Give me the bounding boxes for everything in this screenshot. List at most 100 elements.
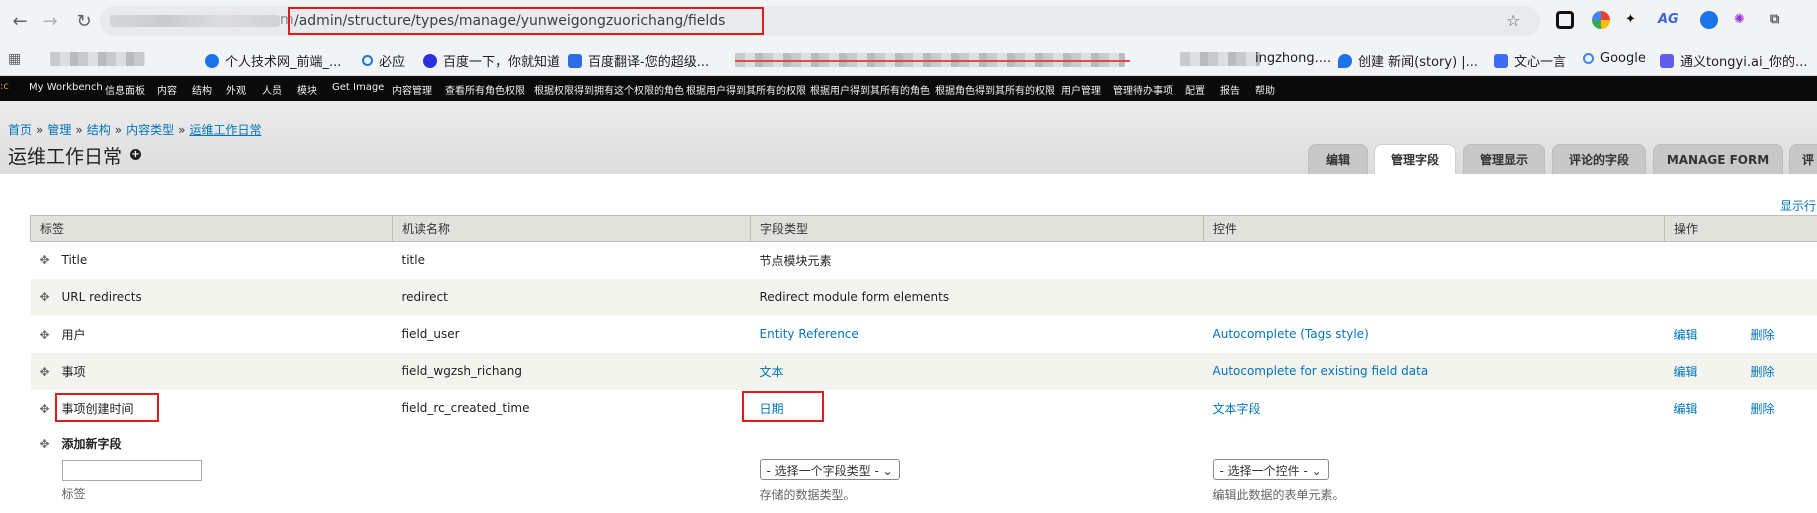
admin-menu-item[interactable]: 信息面板 (105, 82, 145, 97)
field-operations (1664, 241, 1817, 279)
drupal-logo-icon[interactable]: :c (0, 81, 9, 92)
delete-link[interactable]: 删除 (1751, 365, 1775, 379)
puzzle-icon[interactable]: ⧉ (1770, 12, 1779, 27)
admin-menu-bar: :c My Workbench 信息面板 内容 结构 外观 人员 模块 Get … (0, 76, 1817, 101)
admin-menu-item[interactable]: 结构 (192, 82, 212, 97)
bookmark-star-icon[interactable]: ☆ (1506, 11, 1520, 30)
blog-icon (205, 53, 219, 68)
admin-menu-item[interactable]: 管理待办事项 (1113, 82, 1173, 97)
field-widget-link[interactable]: Autocomplete for existing field data (1213, 364, 1429, 378)
add-shortcut-icon[interactable]: + (130, 149, 141, 160)
admin-menu-item[interactable]: 根据用户得到其所有的权限 (686, 82, 806, 97)
admin-menu-item[interactable]: 报告 (1220, 82, 1240, 97)
delete-link[interactable]: 删除 (1751, 402, 1775, 416)
breadcrumb: 首页» 管理» 结构» 内容类型» 运维工作日常 (8, 123, 262, 137)
bookmark-item[interactable]: 个人技术网_前端_... (205, 51, 341, 70)
admin-menu-item[interactable]: 根据权限得到拥有这个权限的角色 (534, 82, 684, 97)
breadcrumb-current[interactable]: 运维工作日常 (189, 123, 261, 137)
tab-edit[interactable]: 编辑 (1308, 144, 1368, 174)
field-type-link[interactable]: 文本 (760, 365, 784, 379)
browser-toolbar: ← → ↻ m /admin/structure/types/manage/yu… (0, 0, 1817, 42)
bookmark-item[interactable]: 通义tongyi.ai_你的... (1660, 51, 1807, 70)
drag-handle-icon[interactable]: ✥ (40, 253, 52, 267)
bookmark-item[interactable]: 必应 (362, 51, 405, 70)
qr-extension-icon[interactable] (1556, 11, 1574, 29)
drag-handle-icon[interactable]: ✥ (40, 365, 52, 379)
blurred-bookmark (50, 52, 145, 66)
bookmark-item[interactable]: 创建 新闻(story) |... (1338, 51, 1478, 70)
bookmark-item[interactable]: 百度翻译-您的超级... (568, 51, 709, 70)
admin-menu-item[interactable]: 查看所有角色权限 (445, 82, 525, 97)
admin-menu-item[interactable]: 模块 (297, 82, 317, 97)
blurred-host (110, 15, 280, 27)
bookmark-item[interactable]: 文心一言 (1494, 51, 1566, 70)
admin-menu-item[interactable]: My Workbench (29, 82, 103, 93)
admin-menu-item[interactable]: 根据角色得到其所有的权限 (935, 82, 1055, 97)
admin-menu-item[interactable]: 内容管理 (392, 82, 432, 97)
admin-menu-item[interactable]: 根据用户得到其所有的角色 (810, 82, 930, 97)
bookmark-item[interactable]: 百度一下，你就知道 (423, 51, 560, 70)
drag-handle-icon[interactable]: ✥ (40, 328, 52, 342)
tab-more[interactable]: 评 (1789, 144, 1817, 174)
field-operations (1664, 278, 1817, 316)
edit-link[interactable]: 编辑 (1674, 328, 1698, 342)
field-type-select-desc: 存储的数据类型。 (759, 487, 856, 502)
admin-menu-item[interactable]: 用户管理 (1061, 82, 1101, 97)
field-widget-link[interactable]: 文本字段 (1213, 402, 1261, 416)
col-header-machine-name: 机读名称 (392, 215, 751, 242)
field-machine-name: field_rc_created_time (392, 389, 751, 427)
forward-arrow-icon[interactable]: → (36, 7, 64, 35)
table-row: ✥ Title title 节点模块元素 (30, 241, 1817, 279)
add-new-field-title: 添加新字段 (61, 436, 122, 451)
add-new-field-row: ✥ 添加新字段 标签 - 选择一个字段类型 - ⌄ 存储的数据类型。 - 选择一个… (30, 426, 1817, 509)
tab-manage-form[interactable]: MANAGE FORM (1653, 144, 1783, 174)
show-row-weights-link[interactable]: 显示行 (1780, 197, 1816, 214)
profile-extension-icon[interactable] (1700, 11, 1718, 29)
field-label: 用户 (61, 327, 86, 342)
ag-extension-icon[interactable]: AG (1658, 12, 1679, 27)
url-highlight-box (288, 7, 764, 35)
admin-menu-item[interactable]: 帮助 (1255, 82, 1275, 97)
field-type-select[interactable]: - 选择一个字段类型 - ⌄ (759, 458, 900, 480)
field-widget-link[interactable]: Autocomplete (Tags style) (1213, 327, 1369, 341)
field-type-link[interactable]: Entity Reference (760, 327, 859, 341)
bookmark-item[interactable]: Google (1583, 51, 1646, 66)
widget-select[interactable]: - 选择一个控件 - ⌄ (1212, 458, 1329, 480)
drag-handle-icon[interactable]: ✥ (40, 437, 52, 451)
admin-menu-item[interactable]: 人员 (262, 82, 282, 97)
breadcrumb-content-types[interactable]: 内容类型 (126, 123, 174, 137)
tab-manage-display[interactable]: 管理显示 (1463, 144, 1545, 174)
table-row: ✥ 用户 field_user Entity Reference Autocomp… (30, 315, 1817, 353)
tab-comment-fields[interactable]: 评论的字段 (1552, 144, 1646, 174)
reload-icon[interactable]: ↻ (70, 7, 98, 35)
drag-handle-icon[interactable]: ✥ (40, 290, 52, 304)
field-machine-name: redirect (392, 278, 751, 316)
back-arrow-icon[interactable]: ← (6, 7, 34, 35)
apps-grid-icon[interactable]: ▦ (8, 51, 21, 67)
field-label: URL redirects (61, 290, 142, 304)
redaction-line (735, 60, 1130, 62)
field-label: Title (61, 253, 88, 268)
drag-handle-icon[interactable]: ✥ (40, 402, 52, 416)
new-field-label-input[interactable] (61, 459, 202, 481)
breadcrumb-structure[interactable]: 结构 (87, 123, 111, 137)
ernie-icon (1494, 53, 1508, 68)
blurred-bookmark (1180, 52, 1260, 66)
gear-extension-icon[interactable]: ✺ (1734, 12, 1745, 27)
chrome-icon[interactable] (1592, 11, 1610, 29)
table-header-row: 标签 机读名称 字段类型 控件 操作 (30, 215, 1817, 242)
admin-menu-item[interactable]: Get Image (332, 82, 384, 93)
type-highlight-box (742, 391, 824, 422)
sparkle-extension-icon[interactable]: ✦ (1625, 12, 1636, 27)
field-machine-name: field_wgzsh_richang (392, 352, 751, 390)
admin-menu-item[interactable]: 配置 (1185, 82, 1205, 97)
delete-link[interactable]: 删除 (1751, 328, 1775, 342)
breadcrumb-home[interactable]: 首页 (8, 123, 32, 137)
admin-menu-item[interactable]: 内容 (157, 82, 177, 97)
bookmark-item[interactable]: ingzhong.... (1255, 51, 1331, 66)
admin-menu-item[interactable]: 外观 (226, 82, 246, 97)
breadcrumb-admin[interactable]: 管理 (47, 123, 71, 137)
tab-manage-fields[interactable]: 管理字段 (1374, 144, 1456, 174)
edit-link[interactable]: 编辑 (1674, 365, 1698, 379)
edit-link[interactable]: 编辑 (1674, 402, 1698, 416)
